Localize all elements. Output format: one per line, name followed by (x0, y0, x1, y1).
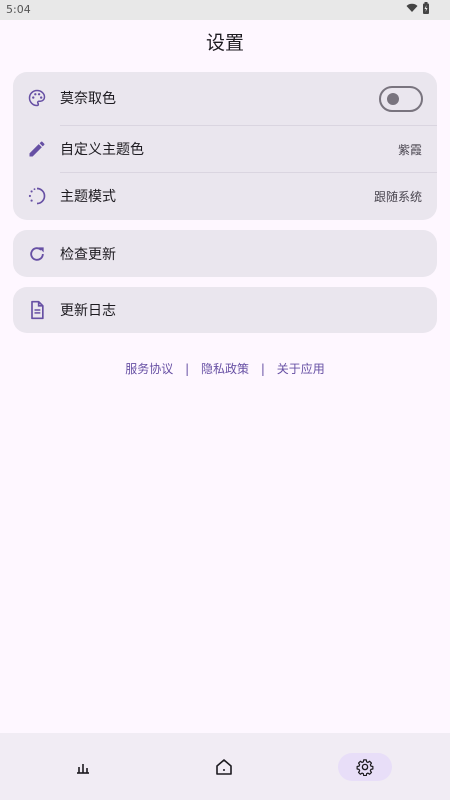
monet-color-label: 莫奈取色 (60, 91, 116, 107)
privacy-policy-link[interactable]: 隐私政策 (201, 362, 249, 376)
appearance-card: 莫奈取色 自定义主题色 紫霞 主题模式 跟随系统 (13, 72, 437, 220)
wifi-icon (406, 3, 418, 12)
custom-theme-color-value: 紫霞 (397, 142, 422, 157)
about-app-link[interactable]: 关于应用 (277, 362, 325, 376)
toggle-knob (387, 93, 399, 105)
settings-icon (356, 759, 374, 776)
changelog-row[interactable]: 更新日志 (13, 287, 437, 333)
link-separator: | (185, 362, 190, 376)
status-bar: 5:04 (0, 0, 450, 20)
custom-theme-color-row[interactable]: 自定义主题色 紫霞 (13, 125, 437, 173)
footer-links: 服务协议 | 隐私政策 | 关于应用 (0, 360, 450, 377)
service-agreement-link[interactable]: 服务协议 (125, 362, 173, 376)
theme-mode-label: 主题模式 (60, 189, 116, 205)
home-icon (216, 759, 232, 775)
pencil-icon (26, 138, 48, 160)
bottom-navigation (0, 733, 450, 800)
nav-home-button[interactable] (197, 753, 251, 781)
stats-icon (77, 764, 89, 774)
battery-icon (423, 2, 429, 14)
link-separator: | (260, 362, 265, 376)
monet-color-row[interactable]: 莫奈取色 (13, 74, 437, 122)
check-update-card[interactable]: 检查更新 (13, 230, 437, 277)
check-update-label: 检查更新 (60, 246, 116, 263)
custom-theme-color-label: 自定义主题色 (60, 142, 144, 158)
palette-icon (26, 87, 48, 109)
status-icons (406, 2, 430, 14)
page-title: 设置 (205, 32, 244, 54)
status-time: 5:04 (6, 3, 31, 16)
theme-mode-icon (26, 185, 48, 207)
theme-mode-value: 跟随系统 (373, 189, 422, 204)
changelog-card[interactable]: 更新日志 (13, 287, 437, 333)
nav-stats-button[interactable] (56, 753, 110, 781)
changelog-label: 更新日志 (60, 303, 116, 319)
theme-mode-row[interactable]: 主题模式 跟随系统 (13, 172, 437, 220)
check-update-row[interactable]: 检查更新 (13, 230, 437, 277)
document-icon (26, 299, 48, 321)
nav-settings-button[interactable] (338, 753, 392, 781)
refresh-icon (26, 243, 48, 265)
monet-color-toggle[interactable] (379, 86, 423, 112)
